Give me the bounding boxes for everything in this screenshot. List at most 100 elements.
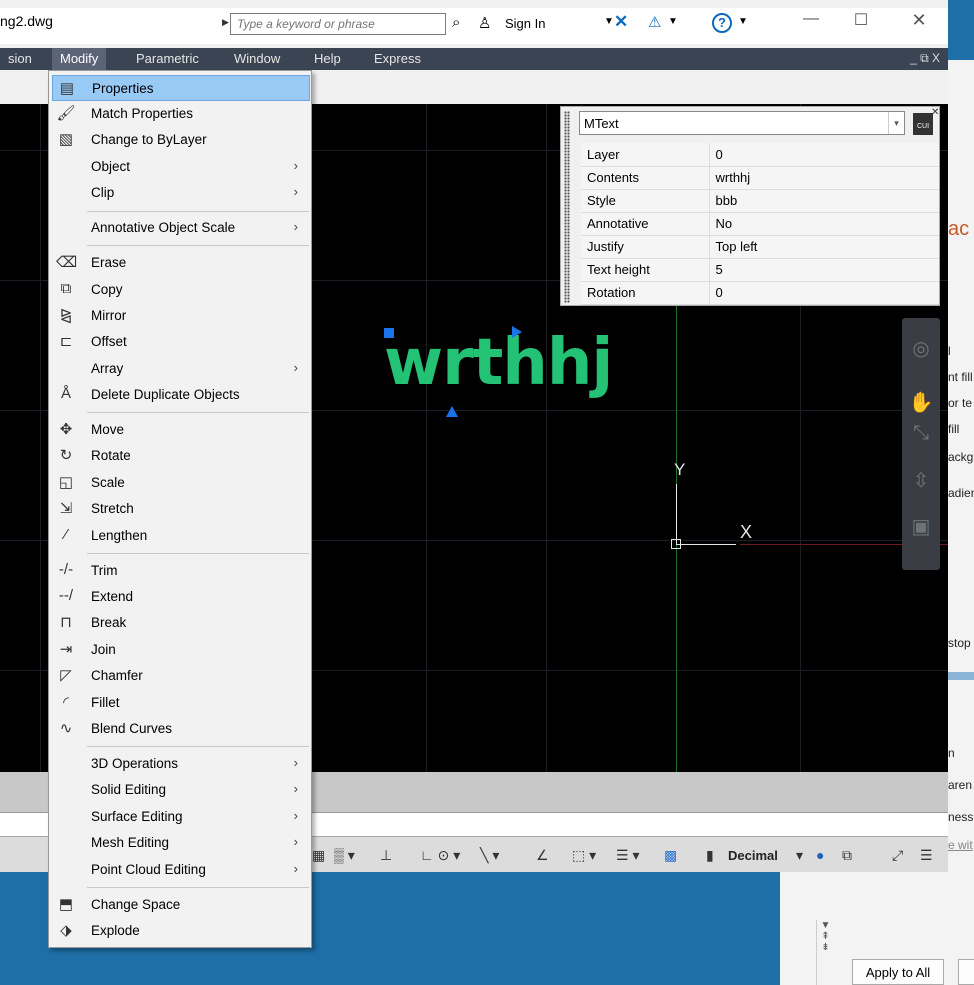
menu-item-move[interactable]: ✥ Move <box>52 417 310 443</box>
menu-item-explode[interactable]: ⬗ Explode <box>52 918 310 944</box>
menu-item-extend[interactable]: --/ Extend <box>52 584 310 610</box>
apply-to-all-button[interactable]: Apply to All <box>852 959 944 985</box>
minimize-button[interactable]: — <box>796 10 826 28</box>
menu-item-lengthen[interactable]: ⁄ Lengthen <box>52 523 310 549</box>
menu-item-solid-editing[interactable]: Solid Editing › <box>52 777 310 803</box>
menu-parametric[interactable]: Parametric <box>128 48 207 70</box>
menu-item-surface-editing[interactable]: Surface Editing › <box>52 804 310 830</box>
search-expand-icon[interactable]: ▶ <box>222 17 229 28</box>
menu-item-point-cloud-editing[interactable]: Point Cloud Editing › <box>52 857 310 883</box>
menu-item-mirror[interactable]: ⧎ Mirror <box>52 303 310 329</box>
menu-item-copy[interactable]: ⧉ Copy <box>52 277 310 303</box>
chevron-down-icon[interactable]: ▼ <box>668 16 678 27</box>
menu-item-match-properties[interactable]: 🖌 Match Properties <box>52 101 310 127</box>
reset-button[interactable] <box>958 959 974 985</box>
chevron-down-icon[interactable]: ▼ <box>738 16 748 27</box>
pane-link[interactable]: e wit <box>948 838 973 852</box>
user-icon[interactable]: ♙ <box>478 14 491 32</box>
isolate-objects-icon[interactable]: ● <box>816 847 824 863</box>
pane-scrollbar[interactable]: ▼ ⇞ ⇟ <box>816 920 834 985</box>
menu-view[interactable]: sion <box>0 48 40 70</box>
property-value[interactable]: Top left <box>709 235 939 259</box>
menu-express[interactable]: Express <box>366 48 429 70</box>
menu-item-break[interactable]: ⊓ Break <box>52 610 310 636</box>
table-row[interactable]: Rotation 0 <box>581 281 939 305</box>
table-row[interactable]: Contents wrthhj <box>581 166 939 190</box>
zoom-extents-icon[interactable]: ⤡ <box>906 422 936 445</box>
gradient-stop-bar[interactable] <box>944 672 974 680</box>
menu-item-delete-duplicates[interactable]: Å Delete Duplicate Objects <box>52 382 310 408</box>
menu-item-trim[interactable]: -/- Trim <box>52 558 310 584</box>
quick-properties-icon[interactable]: ▮ <box>706 847 714 864</box>
drawing-window-controls[interactable]: _ ⧉ X <box>910 51 940 66</box>
menu-item-array[interactable]: Array › <box>52 356 310 382</box>
property-value[interactable]: wrthhj <box>709 166 939 190</box>
clean-screen-icon[interactable]: ⤢ <box>892 847 903 864</box>
mtext-object[interactable]: wrthhj <box>384 326 613 400</box>
menu-item-clip[interactable]: Clip › <box>52 180 310 206</box>
search-input[interactable] <box>230 13 446 35</box>
chevron-down-icon[interactable]: ▼ <box>604 16 614 27</box>
snap-icon[interactable]: ▒ ▾ <box>334 847 355 864</box>
menu-item-stretch[interactable]: ⇲ Stretch <box>52 496 310 522</box>
grip-arrow-down[interactable] <box>446 406 458 417</box>
menu-item-chamfer[interactable]: ◸ Chamfer <box>52 663 310 689</box>
property-value[interactable]: bbb <box>709 189 939 213</box>
menu-item-properties[interactable]: ▤ Properties <box>52 75 310 101</box>
menu-item-erase[interactable]: ⌫ Erase <box>52 250 310 276</box>
hardware-accel-icon[interactable]: ⧉ <box>842 847 852 864</box>
menu-item-blend-curves[interactable]: ∿ Blend Curves <box>52 716 310 742</box>
table-row[interactable]: Layer 0 <box>581 143 939 167</box>
menu-modify[interactable]: Modify <box>52 48 107 70</box>
menu-item-change-space[interactable]: ⬒ Change Space <box>52 892 310 918</box>
table-row[interactable]: Justify Top left <box>581 235 939 259</box>
property-value[interactable]: 0 <box>709 143 939 167</box>
grip-square[interactable] <box>384 328 394 338</box>
showmotion-icon[interactable]: ▣ <box>906 514 936 539</box>
polar-icon[interactable]: ∟ ⊙ ▾ <box>420 847 460 864</box>
maximize-button[interactable]: ☐ <box>846 10 876 30</box>
lineweight-icon[interactable]: ☰ ▾ <box>616 847 639 864</box>
menu-help[interactable]: Help <box>306 48 349 70</box>
menu-item-scale[interactable]: ◱ Scale <box>52 470 310 496</box>
chevron-down-icon[interactable]: ▾ <box>888 112 904 134</box>
table-row[interactable]: Text height 5 <box>581 258 939 282</box>
palette-drag-handle[interactable] <box>564 111 570 303</box>
pan-icon[interactable]: ✋ <box>906 390 936 415</box>
exchange-apps-icon[interactable]: ✕ <box>614 12 628 32</box>
cui-icon[interactable]: CUI <box>913 113 933 135</box>
close-icon[interactable]: ✕ <box>931 107 939 118</box>
steering-wheel-icon[interactable]: ◎ <box>906 336 936 361</box>
menu-item-offset[interactable]: ⊏ Offset <box>52 329 310 355</box>
units-dropdown[interactable]: Decimal <box>728 848 778 863</box>
menu-item-annotative-object-scale[interactable]: Annotative Object Scale › <box>52 215 310 241</box>
menu-item-change-to-bylayer[interactable]: ▧ Change to ByLayer <box>52 127 310 153</box>
menu-item-fillet[interactable]: ◜ Fillet <box>52 690 310 716</box>
property-value[interactable]: 5 <box>709 258 939 282</box>
grip-arrow-right[interactable] <box>512 326 522 338</box>
osnap-icon[interactable]: ╲ ▾ <box>480 847 499 864</box>
object-type-select[interactable]: MText ▾ <box>579 111 905 135</box>
menu-item-rotate[interactable]: ↻ Rotate <box>52 443 310 469</box>
grid-icon[interactable]: ▦ <box>312 847 325 864</box>
binoculars-icon[interactable]: ⌕ <box>452 14 460 31</box>
chevron-down-icon[interactable]: ▾ <box>796 847 803 864</box>
a360-icon[interactable]: ⚠ <box>648 13 661 31</box>
ortho-icon[interactable]: ⊥ <box>380 847 392 864</box>
help-icon[interactable]: ? <box>712 13 732 33</box>
table-row[interactable]: Annotative No <box>581 212 939 236</box>
menu-item-object[interactable]: Object › <box>52 154 310 180</box>
selection-cycling-icon[interactable]: ⬚ ▾ <box>572 847 596 864</box>
table-row[interactable]: Style bbb <box>581 189 939 213</box>
property-value[interactable]: No <box>709 212 939 236</box>
customization-icon[interactable]: ☰ <box>920 847 933 864</box>
close-button[interactable]: ✕ <box>904 10 934 31</box>
menu-window[interactable]: Window <box>226 48 288 70</box>
property-value[interactable]: 0 <box>709 281 939 305</box>
orbit-icon[interactable]: ⇳ <box>906 468 936 493</box>
menu-item-mesh-editing[interactable]: Mesh Editing › <box>52 830 310 856</box>
dynamic-ucs-icon[interactable]: ∠ <box>536 847 549 864</box>
menu-item-3d-operations[interactable]: 3D Operations › <box>52 751 310 777</box>
sign-in-button[interactable]: Sign In <box>505 16 545 31</box>
menu-item-join[interactable]: ⇥ Join <box>52 637 310 663</box>
